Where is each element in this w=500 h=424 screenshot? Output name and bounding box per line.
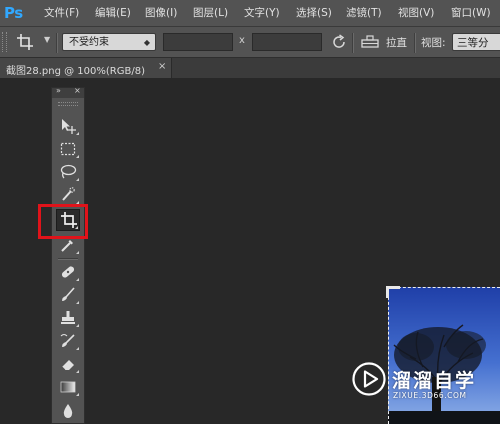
tools-panel: » × [51,86,85,424]
close-icon[interactable]: × [74,86,81,95]
menu-select[interactable]: 选择(S) [296,6,332,20]
quick-select-icon [62,187,75,201]
collapse-icon[interactable]: » [56,86,61,95]
crop-handle-top-left[interactable] [386,286,400,298]
menu-type[interactable]: 文字(Y) [244,6,280,20]
options-divider [352,33,354,53]
document-tab-label: 截图28.png @ 100%(RGB/8) [6,66,145,77]
rect-marquee-icon [60,142,76,156]
document-tab-strip: 截图28.png @ 100%(RGB/8) × [0,58,500,78]
document-tab[interactable]: 截图28.png @ 100%(RGB/8) × [0,58,172,78]
tool-flyout-indicator [76,155,79,158]
lasso-icon [60,164,77,179]
tool-flyout-indicator [76,393,79,396]
brush-icon [62,287,75,301]
ratio-preset-value: 不受约束 [69,37,109,48]
options-divider [56,33,58,53]
options-bar: ▼ 不受约束 ◆ x 拉直 视图: 三等分 [0,27,500,58]
tool-flyout-indicator [76,347,79,350]
tool-flyout-indicator [76,178,79,181]
tools-divider [58,258,78,260]
crop-tool-highlight [38,204,88,239]
close-icon[interactable]: × [158,61,166,72]
view-label: 视图: [421,37,446,49]
healing-tool[interactable] [56,262,80,282]
lasso-tool[interactable] [56,162,80,182]
chevron-updown-icon: ◆ [143,38,150,47]
tool-flyout-indicator [76,278,79,281]
menu-view[interactable]: 视图(V) [398,6,434,20]
crop-boundary [388,287,500,424]
tool-flyout-indicator [76,301,79,304]
overlay-view-select[interactable]: 三等分 [452,33,500,51]
stamp-tool[interactable] [56,308,80,328]
crop-icon[interactable] [16,33,34,51]
history-brush-tool[interactable] [56,331,80,351]
crop-height-field[interactable] [252,33,322,51]
tool-preset-caret-icon[interactable]: ▼ [44,35,50,44]
tool-flyout-indicator [76,251,79,254]
straighten-label[interactable]: 拉直 [386,35,407,50]
move-tool[interactable] [56,116,80,136]
menu-edit[interactable]: 编辑(E) [95,6,131,20]
menu-bar: Ps 文件(F) 编辑(E) 图像(I) 图层(L) 文字(Y) 选择(S) 滤… [0,0,500,27]
tools-panel-grip[interactable] [58,102,78,106]
stamp-icon [61,311,75,324]
options-bar-grip[interactable] [2,32,7,52]
menu-window[interactable]: 窗口(W) [451,6,491,20]
watermark-subtitle: ZIXUE.3D66.COM [393,391,467,400]
move-icon [62,119,76,134]
level-icon[interactable] [360,33,379,51]
crop-width-field[interactable] [163,33,233,51]
gradient-icon [60,381,76,393]
dimension-separator: x [239,35,245,46]
options-divider [414,33,416,53]
menu-file[interactable]: 文件(F) [44,6,79,20]
history-brush-icon [60,333,75,347]
menu-image[interactable]: 图像(I) [145,6,177,20]
brush-tool[interactable] [56,285,80,305]
bandage-icon [61,266,75,278]
menu-filter[interactable]: 滤镜(T) [346,6,382,20]
gradient-tool[interactable] [56,377,80,397]
ratio-preset-select[interactable]: 不受约束 ◆ [62,33,156,51]
tool-flyout-indicator [76,370,79,373]
overlay-view-value: 三等分 [457,37,489,49]
app-logo: Ps [4,4,23,22]
eraser-icon [61,360,74,371]
tool-flyout-indicator [76,324,79,327]
blur-tool[interactable] [56,401,80,421]
menu-layer[interactable]: 图层(L) [193,6,228,20]
marquee-tool[interactable] [56,139,80,159]
rotate-arrows-icon[interactable] [330,33,348,51]
tool-flyout-indicator [76,132,79,135]
watermark-title: 溜溜自学 [392,370,477,392]
tools-panel-header[interactable]: » × [52,86,84,98]
drop-icon [63,404,73,418]
quick-select-tool[interactable] [56,185,80,205]
eraser-tool[interactable] [56,354,80,374]
watermark-play-icon [352,362,386,396]
